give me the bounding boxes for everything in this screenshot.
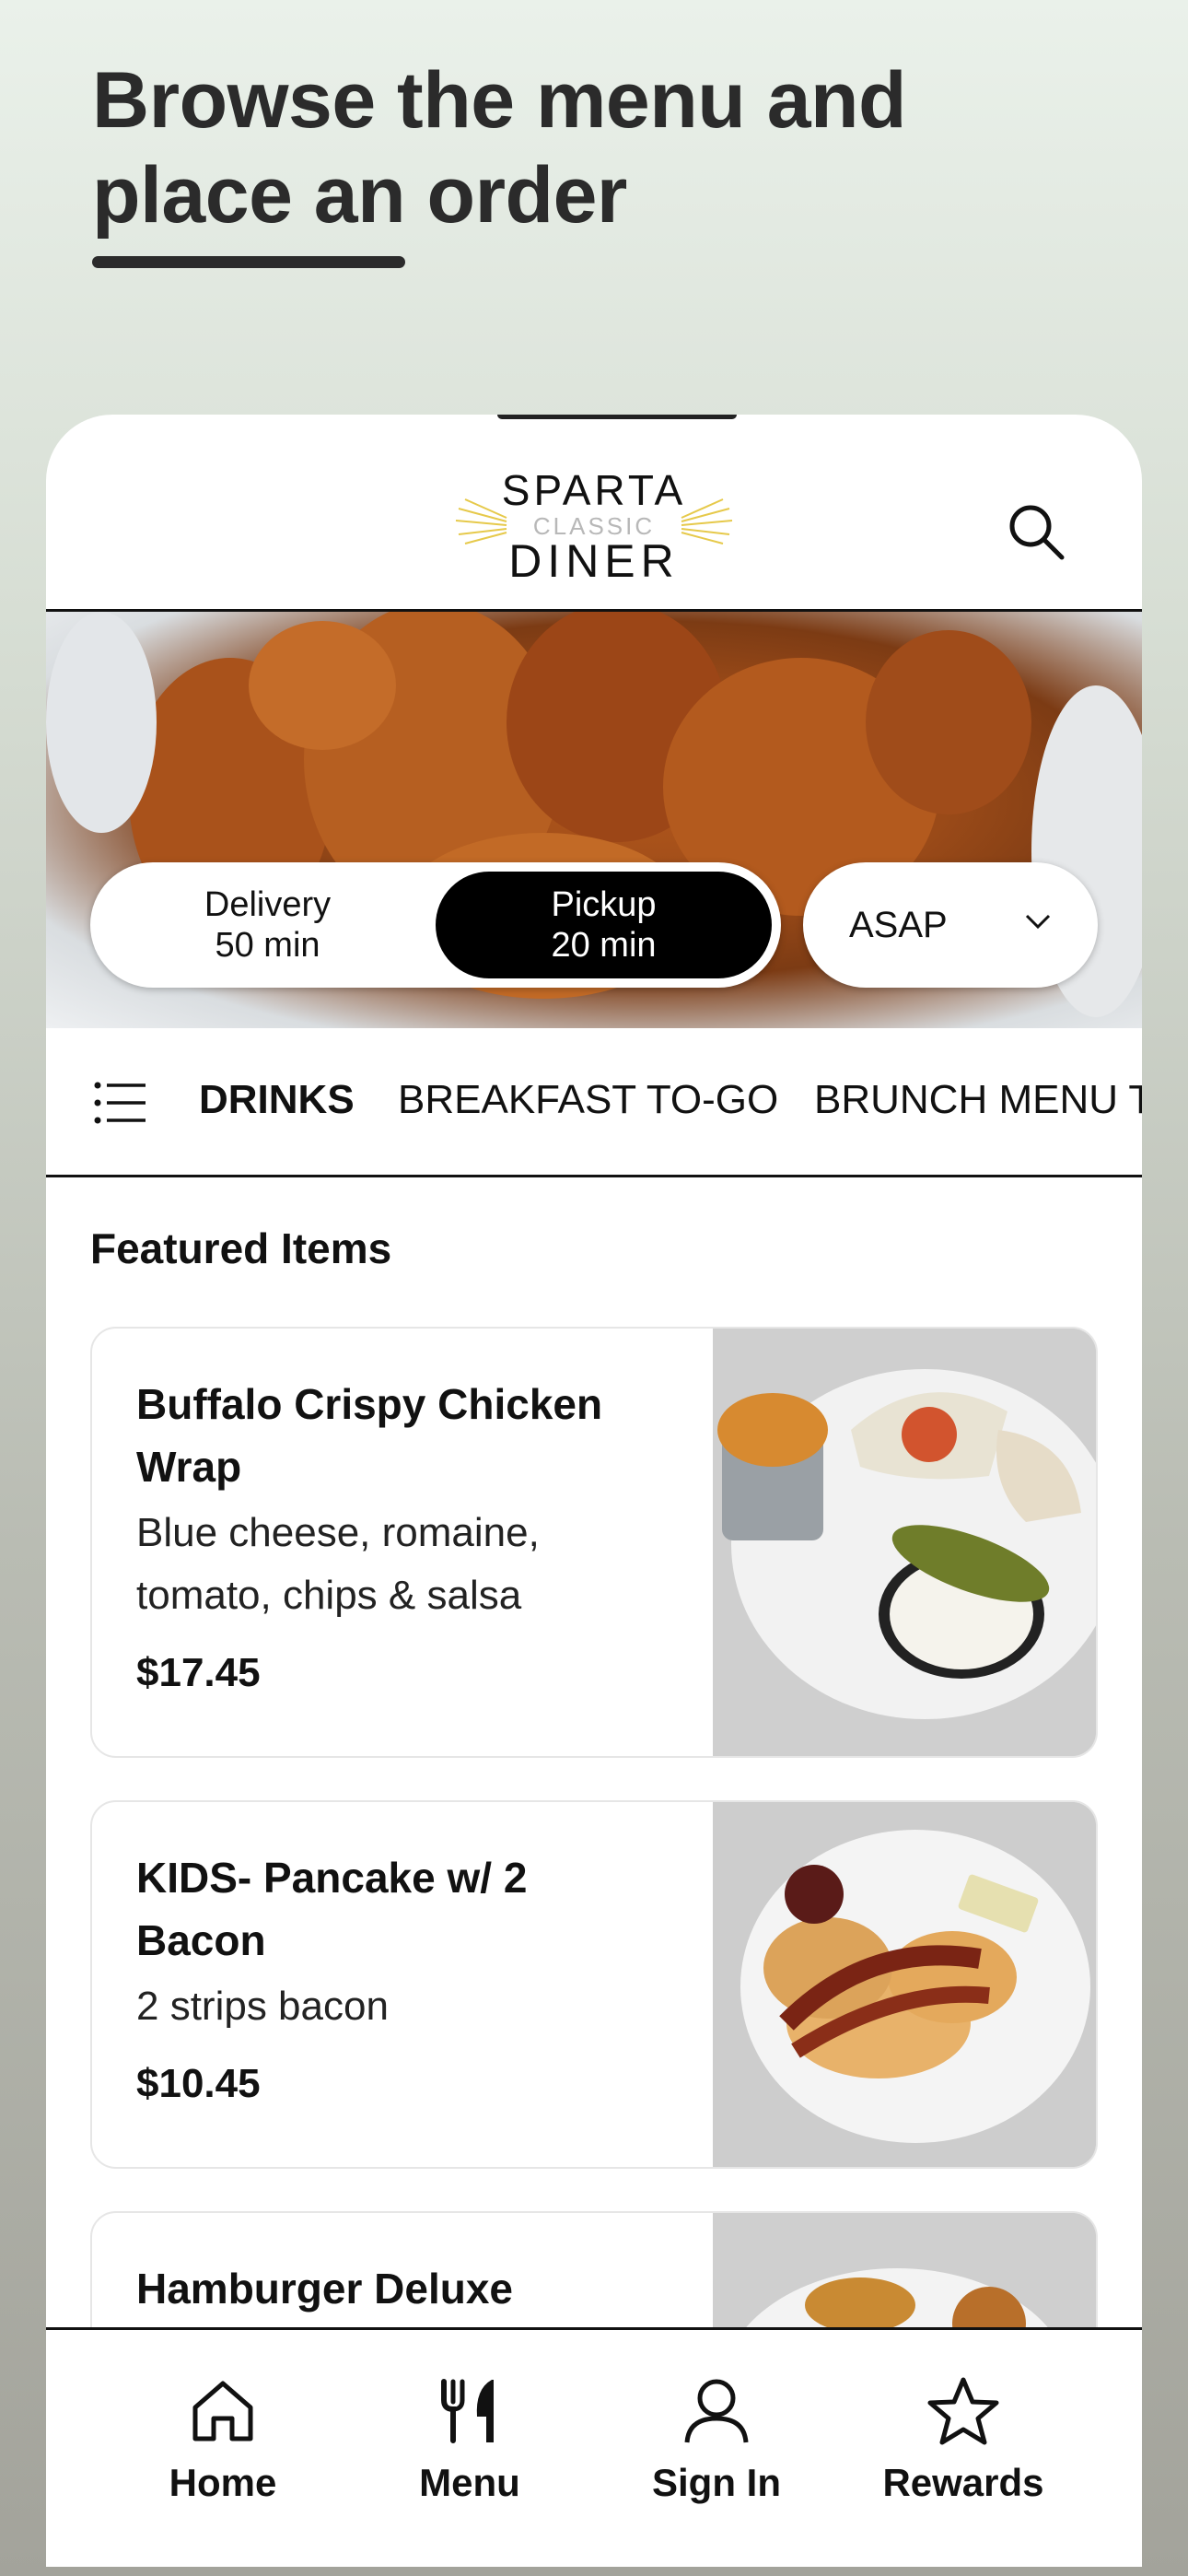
pickup-time: 20 min xyxy=(551,926,657,965)
nav-home[interactable]: Home xyxy=(122,2374,324,2522)
bottom-navigation: Home Menu Sign In Rewards xyxy=(46,2327,1142,2567)
item-name-line: Hamburger Deluxe xyxy=(136,2265,514,2313)
item-name: KIDS- Pancake w/ 2 Bacon xyxy=(136,1846,680,1972)
item-description: 2 strips bacon xyxy=(136,1975,680,2038)
nav-menu[interactable]: Menu xyxy=(368,2374,571,2522)
item-desc-line: Blue cheese, romaine, xyxy=(136,1510,540,1555)
category-tab-brunch[interactable]: BRUNCH MENU T xyxy=(814,1074,1142,1126)
delivery-option[interactable]: Delivery 50 min xyxy=(99,872,436,978)
featured-title: Featured Items xyxy=(90,1224,392,1272)
pickup-option[interactable]: Pickup 20 min xyxy=(436,872,772,978)
menu-item-card[interactable]: KIDS- Pancake w/ 2 Bacon 2 strips bacon … xyxy=(90,1800,1098,2169)
item-name: Buffalo Crispy Chicken Wrap xyxy=(136,1373,680,1498)
item-description: Blue cheese, romaine, tomato, chips & sa… xyxy=(136,1502,680,1627)
headline-line-2: place an order xyxy=(92,151,627,240)
item-desc-line: 2 strips bacon xyxy=(136,1984,389,2029)
category-tab-breakfast[interactable]: BREAKFAST TO-GO xyxy=(398,1074,778,1126)
app-screen: SPARTA CLASSIC DINER Delivery 50 min Pic… xyxy=(46,415,1142,2567)
nav-rewards-label: Rewards xyxy=(882,2461,1044,2504)
item-name-line: Wrap xyxy=(136,1443,242,1491)
item-name: Hamburger Deluxe xyxy=(136,2257,680,2320)
search-icon xyxy=(1009,505,1065,560)
nav-menu-label: Menu xyxy=(419,2461,520,2504)
chevron-down-icon xyxy=(1025,914,1051,930)
item-name-line: Bacon xyxy=(136,1916,266,1964)
app-header: SPARTA CLASSIC DINER xyxy=(46,415,1142,612)
delivery-time: 50 min xyxy=(215,926,320,965)
category-bar: DRINKS BREAKFAST TO-GO BRUNCH MENU T xyxy=(46,1028,1142,1177)
item-price: $17.45 xyxy=(136,1650,261,1695)
item-photo xyxy=(713,1802,1096,2167)
headline-underline xyxy=(92,256,405,268)
sparta-diner-logo[interactable]: SPARTA CLASSIC DINER xyxy=(451,461,737,590)
home-icon xyxy=(192,2381,253,2441)
menu-item-card[interactable]: Buffalo Crispy Chicken Wrap Blue cheese,… xyxy=(90,1327,1098,1758)
item-name-line: KIDS- Pancake w/ 2 xyxy=(136,1854,528,1902)
item-name-line: Buffalo Crispy Chicken xyxy=(136,1380,603,1428)
logo-top-text: SPARTA xyxy=(502,466,686,514)
star-icon xyxy=(927,2377,999,2445)
person-icon xyxy=(684,2379,749,2443)
nav-rewards[interactable]: Rewards xyxy=(862,2374,1065,2522)
fork-knife-icon xyxy=(441,2379,494,2443)
category-list-icon[interactable] xyxy=(94,1080,146,1126)
headline-line-1: Browse the menu and xyxy=(92,56,907,145)
item-desc-line: tomato, chips & salsa xyxy=(136,1573,522,1618)
search-button[interactable] xyxy=(1004,499,1068,564)
schedule-dropdown[interactable]: ASAP xyxy=(803,862,1098,988)
category-tab-drinks[interactable]: DRINKS xyxy=(199,1074,355,1126)
order-mode-toggle: Delivery 50 min Pickup 20 min xyxy=(90,862,781,988)
item-photo xyxy=(713,1329,1096,1756)
delivery-label: Delivery xyxy=(204,885,332,924)
promo-headline: Browse the menu and place an order xyxy=(92,53,1013,243)
logo-bottom-text: DINER xyxy=(508,535,680,587)
item-price: $10.45 xyxy=(136,2061,261,2106)
pickup-label: Pickup xyxy=(551,885,657,924)
hero-image: Delivery 50 min Pickup 20 min ASAP xyxy=(46,612,1142,1028)
schedule-value: ASAP xyxy=(849,904,948,945)
nav-sign-in[interactable]: Sign In xyxy=(615,2374,818,2522)
nav-home-label: Home xyxy=(169,2461,277,2504)
nav-sign-in-label: Sign In xyxy=(652,2461,781,2504)
